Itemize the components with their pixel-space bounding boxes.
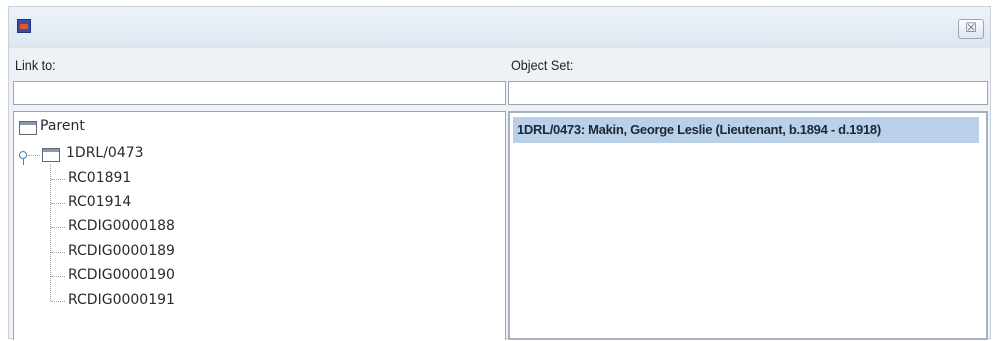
tree-guide <box>28 155 40 156</box>
object-set-item-selected[interactable]: 1DRL/0473: Makin, George Leslie (Lieuten… <box>513 117 979 143</box>
tree-guide <box>51 227 65 228</box>
app-logo-icon <box>17 19 31 33</box>
toggle-stem <box>23 159 24 165</box>
expand-toggle-icon[interactable] <box>19 151 27 159</box>
tree-item-rcdig0000191[interactable]: RCDIG0000191 <box>68 292 175 308</box>
tree-guide <box>51 179 65 180</box>
tree-item-1drl-0473[interactable]: 1DRL/0473 <box>66 145 144 161</box>
object-set-list: 1DRL/0473: Makin, George Leslie (Lieuten… <box>508 111 988 340</box>
close-button[interactable]: ☒ <box>958 19 984 39</box>
folder-icon <box>42 148 60 162</box>
tree-item-rcdig0000189[interactable]: RCDIG0000189 <box>68 243 175 259</box>
close-icon: ☒ <box>965 21 977 36</box>
tree-item-rc01891[interactable]: RC01891 <box>68 170 131 186</box>
tree-item-rcdig0000190[interactable]: RCDIG0000190 <box>68 267 175 283</box>
link-to-label: Link to: <box>15 57 56 73</box>
tree-guide <box>51 276 65 277</box>
tree-guide <box>51 203 65 204</box>
tree-item-rcdig0000188[interactable]: RCDIG0000188 <box>68 218 175 234</box>
tree-guide <box>50 164 51 301</box>
object-set-label: Object Set: <box>511 57 574 73</box>
object-set-input[interactable] <box>508 81 988 105</box>
link-to-input[interactable] <box>13 81 506 105</box>
link-tree-panel: Parent 1DRL/0473 RC01891 RC01914 RCDIG00… <box>13 111 506 340</box>
tree-guide <box>51 301 65 302</box>
tree-item-parent[interactable]: Parent <box>40 118 85 134</box>
tree-guide <box>51 252 65 253</box>
tree-item-rc01914[interactable]: RC01914 <box>68 194 131 210</box>
folder-icon <box>19 121 37 135</box>
link-dialog-window: ☒ Link to: Parent 1DRL/0473 RC01891 RC01… <box>8 6 991 340</box>
title-bar[interactable]: ☒ <box>9 7 990 48</box>
